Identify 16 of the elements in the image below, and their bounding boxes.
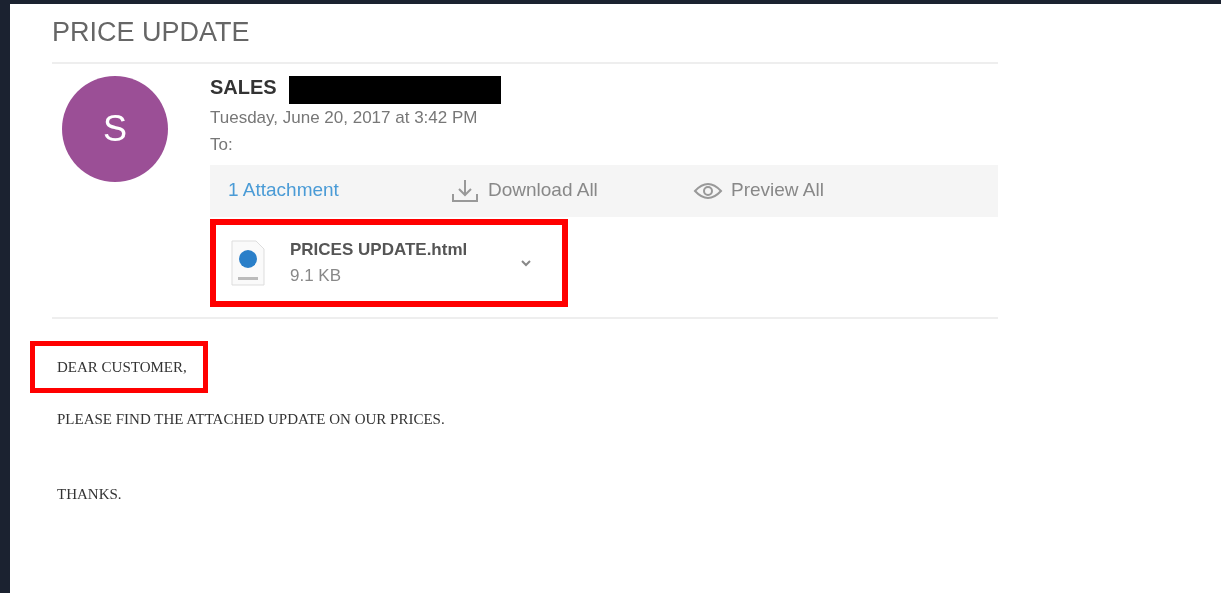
email-date: Tuesday, June 20, 2017 at 3:42 PM	[210, 107, 479, 130]
sender-avatar: S	[62, 76, 168, 183]
attachment-size: 9.1 KB	[290, 264, 343, 287]
caret-icon[interactable]	[520, 258, 532, 267]
to-label: To:	[210, 134, 234, 157]
download-icon	[450, 177, 480, 204]
attachment-count-link[interactable]: 1 Attachment	[228, 176, 450, 205]
sender-name: SALES	[210, 76, 277, 99]
download-all-button[interactable]: Download All	[450, 176, 693, 205]
attachment-name[interactable]: PRICES UPDATE.html	[290, 237, 520, 263]
preview-all-button[interactable]: Preview All	[693, 176, 936, 205]
email-subject: PRICE UPDATE	[52, 16, 251, 49]
eye-icon	[693, 180, 723, 201]
html-file-icon	[230, 238, 266, 287]
body-line: PLEASE FIND THE ATTACHED UPDATE ON OUR PRICES.	[56, 410, 446, 430]
body-line: THANKS.	[56, 484, 123, 504]
